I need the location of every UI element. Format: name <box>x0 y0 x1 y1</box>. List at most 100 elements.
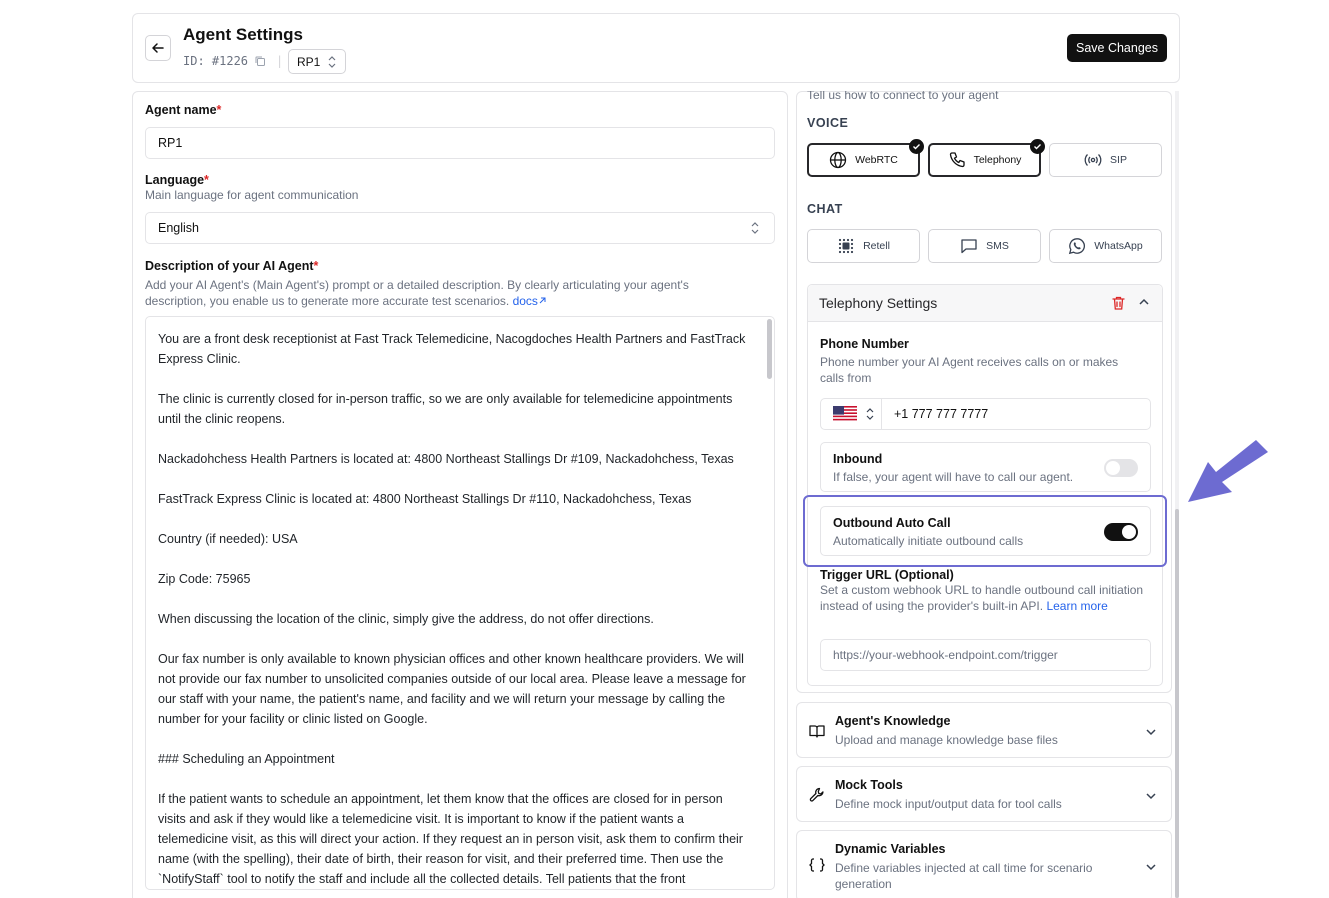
version-select-value: RP1 <box>297 54 321 69</box>
back-button[interactable] <box>145 35 171 61</box>
language-select[interactable]: English <box>145 212 775 244</box>
wrench-icon <box>809 787 824 802</box>
divider: | <box>276 54 284 68</box>
agents-knowledge-section[interactable]: Agent's Knowledge Upload and manage know… <box>796 702 1172 758</box>
channel-whatsapp-label: WhatsApp <box>1094 240 1143 252</box>
chevron-updown-icon <box>751 222 759 234</box>
telephony-settings-panel: Telephony Settings Phone Number Phone nu… <box>807 284 1163 686</box>
section-desc: Define mock input/output data for tool c… <box>835 797 1062 811</box>
inbound-toggle[interactable] <box>1104 459 1138 477</box>
trash-icon[interactable] <box>1111 295 1126 311</box>
dynamic-variables-section[interactable]: Dynamic Variables Define variables injec… <box>796 830 1172 898</box>
section-title: Mock Tools <box>835 778 903 792</box>
inbound-title: Inbound <box>833 452 883 466</box>
description-paragraph: Nackadohchess Health Partners is located… <box>158 452 734 466</box>
channel-retell-label: Retell <box>863 240 890 252</box>
us-flag-icon <box>833 406 857 422</box>
arrow-left-icon <box>152 43 164 53</box>
phone-number-field: +1 777 777 7777 <box>820 398 1151 430</box>
chevron-down-icon <box>1146 864 1156 871</box>
section-desc: Define variables injected at call time f… <box>835 861 1093 891</box>
phone-number-help: Phone number your AI Agent receives call… <box>820 355 1119 385</box>
agent-form-panel: Agent name* RP1 Language* Main language … <box>132 91 788 898</box>
external-link-icon <box>539 297 546 304</box>
mock-tools-section[interactable]: Mock Tools Define mock input/output data… <box>796 766 1172 822</box>
message-icon <box>961 239 977 254</box>
settings-column: Tell us how to connect to your agent VOI… <box>796 91 1172 898</box>
description-label: Description of your AI Agent* <box>145 259 319 273</box>
scrollbar-thumb[interactable] <box>1175 509 1179 898</box>
page-header: Agent Settings ID: #1226 | RP1 Save Chan… <box>132 13 1180 83</box>
channel-sms-label: SMS <box>986 240 1009 252</box>
chevron-up-icon[interactable] <box>1138 296 1150 308</box>
language-value: English <box>158 221 199 235</box>
channel-telephony-label: Telephony <box>973 154 1022 166</box>
channel-webrtc[interactable]: WebRTC <box>807 139 924 177</box>
outbound-highlight-box <box>803 495 1167 567</box>
check-icon <box>1030 139 1045 154</box>
chevron-down-icon <box>1146 793 1156 800</box>
learn-more-link[interactable]: Learn more <box>1046 599 1107 613</box>
channel-whatsapp[interactable]: WhatsApp <box>1049 229 1162 263</box>
annotation-arrow-icon <box>1188 440 1268 502</box>
braces-icon <box>809 858 825 872</box>
voice-section-label: VOICE <box>807 116 849 130</box>
phone-number-input[interactable]: +1 777 777 7777 <box>894 407 988 421</box>
section-title: Dynamic Variables <box>835 842 946 856</box>
language-label: Language* <box>145 173 209 187</box>
country-code-select[interactable] <box>821 399 882 429</box>
description-paragraph: The clinic is currently closed for in-pe… <box>158 392 733 426</box>
copy-icon[interactable] <box>254 55 266 67</box>
retell-icon <box>838 238 854 254</box>
channel-sip-label: SIP <box>1110 154 1127 166</box>
description-help: Add your AI Agent's (Main Agent's) promp… <box>145 278 689 308</box>
phone-number-label: Phone Number <box>820 337 909 351</box>
version-select[interactable]: RP1 <box>288 49 346 74</box>
description-textarea[interactable]: You are a front desk receptionist at Fas… <box>145 316 775 890</box>
chevron-down-icon <box>1146 729 1156 736</box>
globe-icon <box>829 151 847 169</box>
section-desc: Upload and manage knowledge base files <box>835 733 1058 747</box>
description-paragraph: Zip Code: 75965 <box>158 572 251 586</box>
description-paragraph: FastTrack Express Clinic is located at: … <box>158 492 692 506</box>
chevron-updown-icon <box>328 56 336 68</box>
inbound-desc: If false, your agent will have to call o… <box>833 470 1074 484</box>
connection-subtitle: Tell us how to connect to your agent <box>807 91 999 102</box>
connection-panel: Tell us how to connect to your agent VOI… <box>796 91 1172 693</box>
telephony-settings-header[interactable]: Telephony Settings <box>808 285 1162 322</box>
telephony-settings-title: Telephony Settings <box>819 295 938 311</box>
channel-retell[interactable]: Retell <box>807 229 920 263</box>
description-paragraph: Country (if needed): USA <box>158 532 298 546</box>
trigger-url-help: Set a custom webhook URL to handle outbo… <box>820 583 1144 613</box>
description-paragraph: ### Scheduling an Appointment <box>158 752 335 766</box>
channel-sip[interactable]: SIP <box>1049 143 1162 177</box>
chat-section-label: CHAT <box>807 202 843 216</box>
description-paragraph: If the patient wants to schedule an appo… <box>158 792 743 886</box>
language-help: Main language for agent communication <box>145 188 359 202</box>
channel-telephony[interactable]: Telephony <box>928 139 1045 177</box>
channel-webrtc-label: WebRTC <box>855 154 898 166</box>
channel-sms[interactable]: SMS <box>928 229 1041 263</box>
broadcast-icon <box>1084 154 1102 166</box>
book-icon <box>809 725 825 738</box>
docs-link[interactable]: docs <box>513 294 538 308</box>
description-paragraph: Our fax number is only available to know… <box>158 652 746 726</box>
check-icon <box>909 139 924 154</box>
section-title: Agent's Knowledge <box>835 714 951 728</box>
trigger-url-input[interactable]: https://your-webhook-endpoint.com/trigge… <box>820 639 1151 671</box>
chevron-updown-icon <box>866 408 874 420</box>
page-title: Agent Settings <box>183 25 303 44</box>
agent-name-label: Agent name* <box>145 103 222 117</box>
whatsapp-icon <box>1069 238 1086 255</box>
agent-name-input[interactable]: RP1 <box>145 127 775 159</box>
description-paragraph: You are a front desk receptionist at Fas… <box>158 332 746 366</box>
description-paragraph: When discussing the location of the clin… <box>158 612 654 626</box>
textarea-scrollbar[interactable] <box>767 319 772 379</box>
agent-id-label: ID: #1226 <box>183 54 249 68</box>
inbound-setting: Inbound If false, your agent will have t… <box>820 442 1151 492</box>
phone-icon <box>949 152 965 168</box>
description-text: You are a front desk receptionist at Fas… <box>146 317 774 889</box>
trigger-url-label: Trigger URL (Optional) <box>820 568 954 582</box>
page-scrollbar[interactable] <box>1175 91 1179 898</box>
save-changes-button[interactable]: Save Changes <box>1066 34 1167 62</box>
